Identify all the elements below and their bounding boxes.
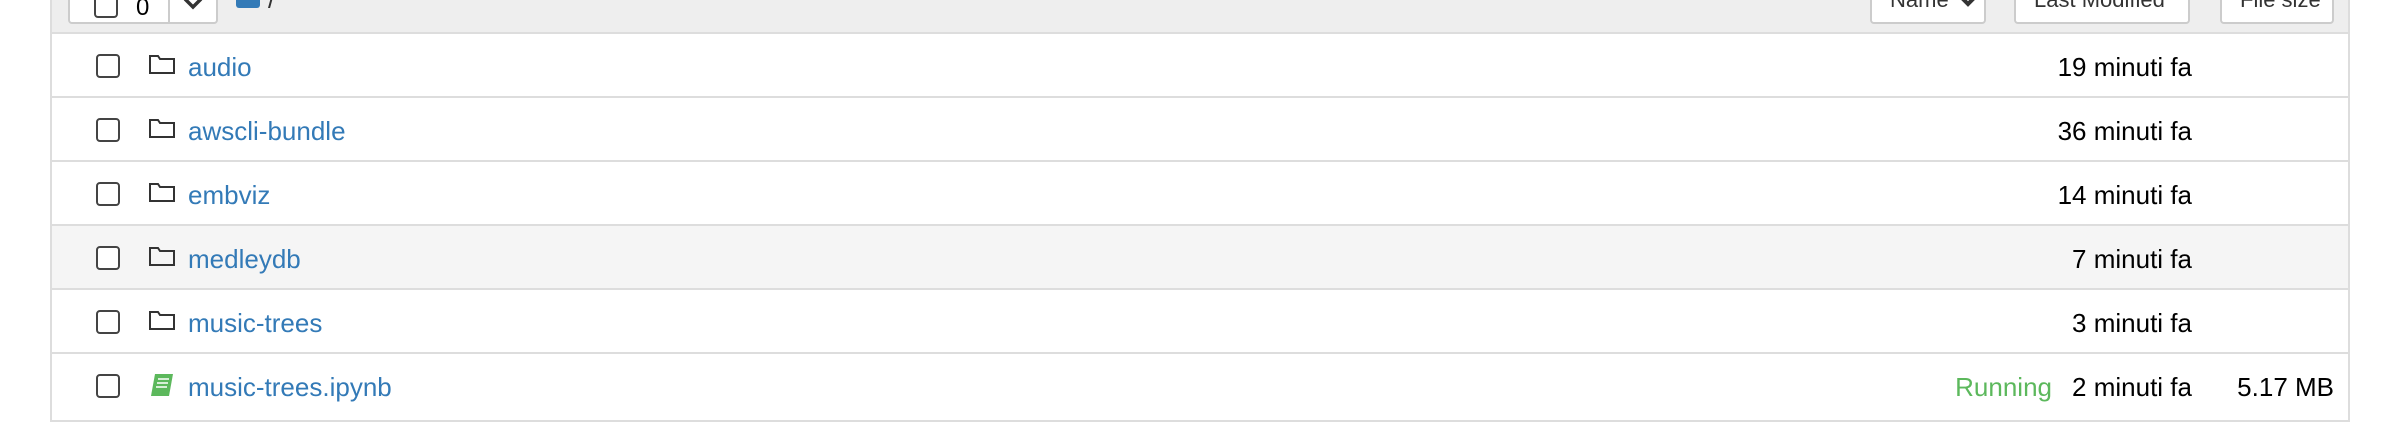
item-name-link[interactable]: medleydb	[188, 244, 301, 275]
folder-icon	[149, 247, 175, 266]
item-checkbox[interactable]	[96, 310, 120, 334]
sort-by-size-button[interactable]: File size	[2220, 0, 2334, 24]
selected-count: 0	[136, 0, 150, 21]
list-item[interactable]: music-trees.ipynb Running 2 minuti fa 5.…	[52, 354, 2348, 418]
item-modified: 19 minuti fa	[2057, 52, 2192, 82]
folder-icon	[149, 183, 175, 202]
select-all-checkbox-button[interactable]: 0	[70, 0, 170, 22]
list-item[interactable]: embviz 14 minuti fa	[52, 162, 2348, 226]
folder-icon	[149, 119, 175, 138]
item-modified: 2 minuti fa	[2072, 372, 2192, 402]
item-modified: 3 minuti fa	[2072, 308, 2192, 338]
running-status: Running	[1955, 372, 2052, 402]
item-modified: 36 minuti fa	[2057, 116, 2192, 146]
home-folder-icon[interactable]	[236, 0, 260, 8]
item-modified: 14 minuti fa	[2057, 180, 2192, 210]
caret-down-icon	[183, 0, 203, 10]
chevron-down-icon	[1960, 0, 1975, 8]
list-item[interactable]: audio 19 minuti fa	[52, 34, 2348, 98]
sort-name-label: Name	[1890, 0, 1949, 12]
item-checkbox[interactable]	[96, 118, 120, 142]
folder-icon	[149, 55, 175, 74]
sort-by-modified-button[interactable]: Last Modified	[2014, 0, 2190, 24]
notebook-icon	[151, 374, 173, 396]
list-item[interactable]: medleydb 7 minuti fa	[52, 226, 2348, 290]
item-checkbox[interactable]	[96, 54, 120, 78]
item-modified: 7 minuti fa	[2072, 244, 2192, 274]
listing-header: 0 / Name Last Modified File size	[52, 0, 2348, 34]
select-menu-dropdown-button[interactable]	[170, 0, 216, 22]
sort-modified-label: Last Modified	[2034, 0, 2165, 12]
item-name-link[interactable]: music-trees.ipynb	[188, 372, 392, 403]
item-checkbox[interactable]	[96, 374, 120, 398]
list-item[interactable]: awscli-bundle 36 minuti fa	[52, 98, 2348, 162]
item-checkbox[interactable]	[96, 182, 120, 206]
file-listing: 0 / Name Last Modified File size audio 1…	[50, 0, 2350, 422]
select-all-group[interactable]: 0	[68, 0, 218, 24]
item-name-link[interactable]: awscli-bundle	[188, 116, 346, 147]
item-name-link[interactable]: music-trees	[188, 308, 322, 339]
sort-by-name-button[interactable]: Name	[1870, 0, 1986, 24]
breadcrumb-separator: /	[268, 0, 275, 15]
item-checkbox[interactable]	[96, 246, 120, 270]
sort-size-label: File size	[2240, 0, 2321, 12]
item-name-link[interactable]: audio	[188, 52, 252, 83]
folder-icon	[149, 311, 175, 330]
select-all-checkbox[interactable]	[94, 0, 118, 18]
item-name-link[interactable]: embviz	[188, 180, 270, 211]
list-item[interactable]: music-trees 3 minuti fa	[52, 290, 2348, 354]
item-size: 5.17 MB	[2237, 372, 2334, 402]
